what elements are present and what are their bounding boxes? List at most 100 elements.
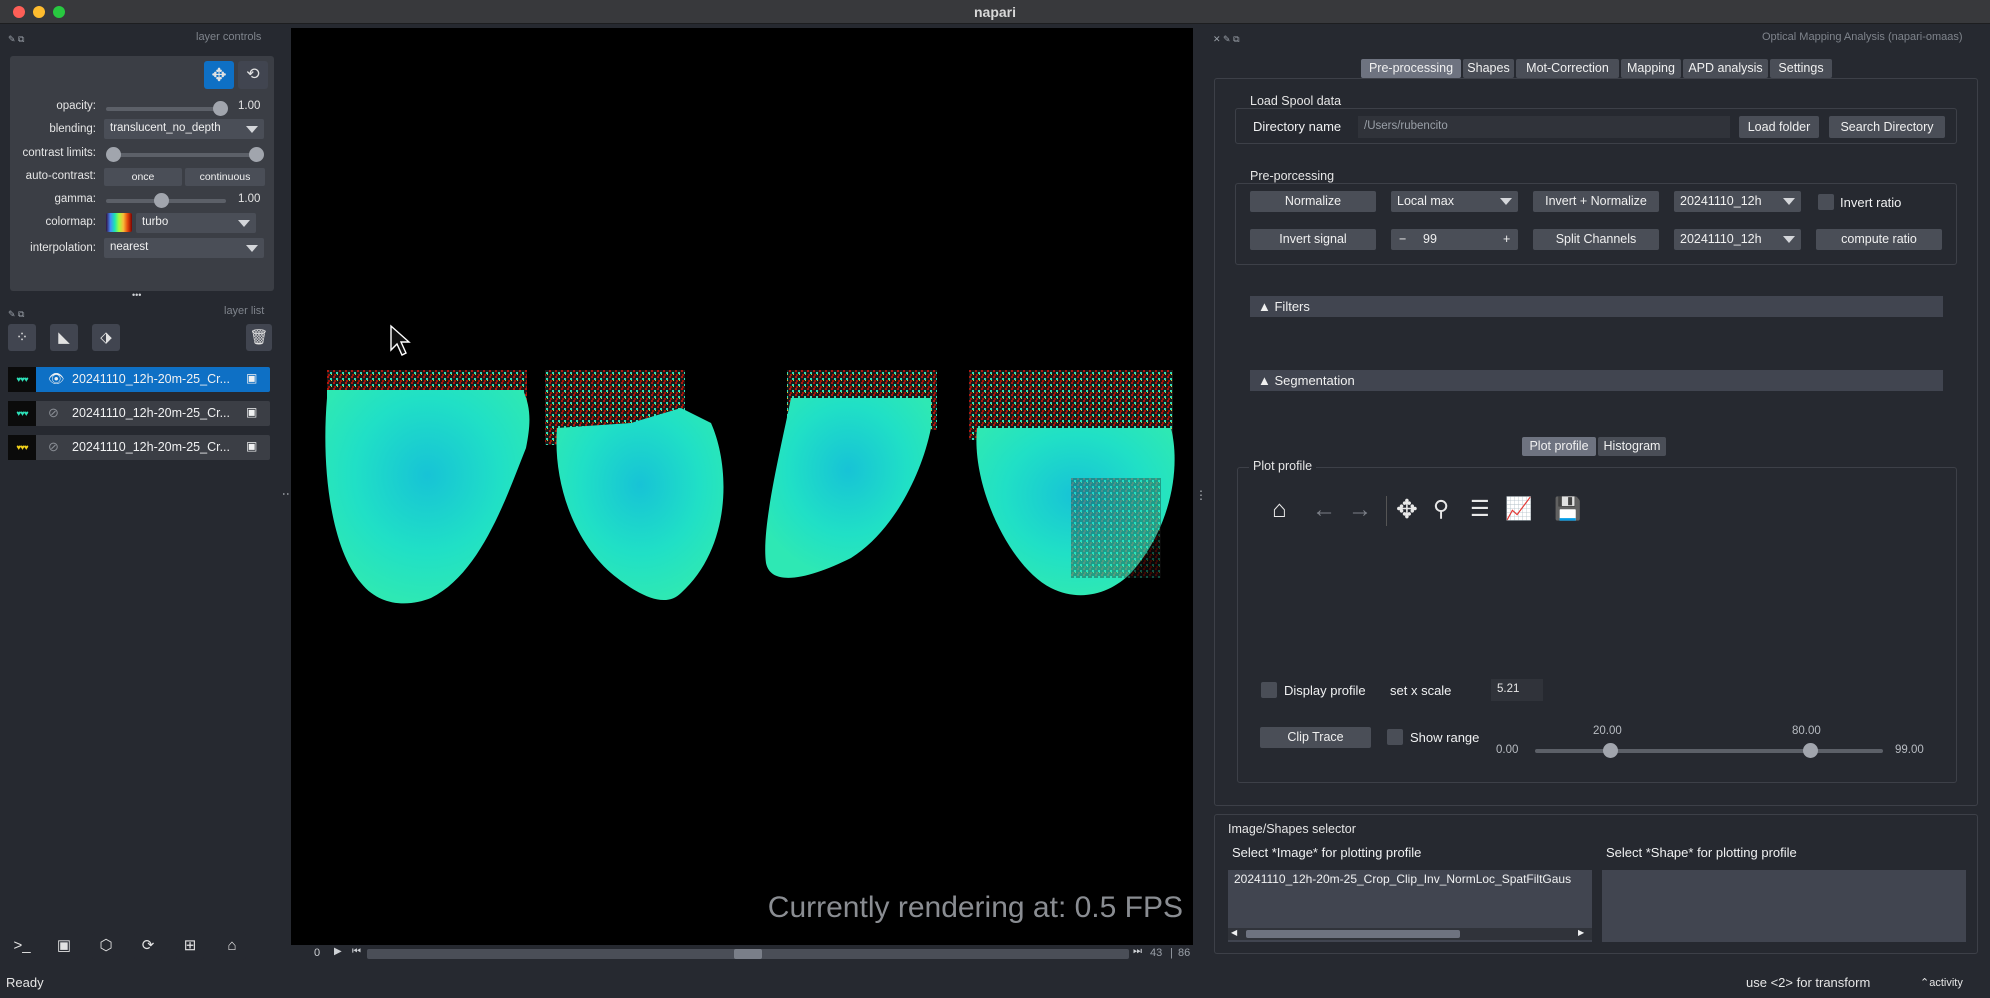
interpolation-label: interpolation: <box>30 242 96 254</box>
display-profile-checkbox[interactable] <box>1261 682 1277 698</box>
search-directory-button[interactable]: Search Directory <box>1829 116 1945 138</box>
plugin-header: Optical Mapping Analysis (napari-omaas) <box>1762 31 1963 43</box>
scroll-left-icon[interactable]: ◀ <box>1231 928 1237 937</box>
forward-icon[interactable]: → <box>1348 496 1372 524</box>
tab-mot-correction[interactable]: Mot-Correction <box>1516 59 1619 78</box>
zoom-icon[interactable]: ⚲ <box>1433 496 1449 522</box>
spin-minus-button[interactable]: − <box>1399 232 1406 246</box>
skip-start-icon[interactable]: ⏮ <box>352 946 361 957</box>
tab-settings[interactable]: Settings <box>1770 59 1832 78</box>
contrast-max-handle[interactable] <box>249 147 264 162</box>
range-low-handle[interactable] <box>1603 743 1618 758</box>
dims-slider-handle[interactable] <box>734 949 762 959</box>
blending-dropdown[interactable]: translucent_no_depth <box>104 119 264 139</box>
visibility-eye-off-icon[interactable]: ⊘ <box>48 439 59 455</box>
grid-toggle-icon[interactable]: ⊞ <box>176 932 204 960</box>
segmentation-collapsible[interactable]: ▲ Segmentation <box>1250 370 1943 391</box>
contrast-limits-slider[interactable] <box>114 153 264 157</box>
play-icon[interactable]: ▶ <box>334 946 342 957</box>
range-slider[interactable] <box>1535 749 1883 753</box>
horizontal-scrollbar[interactable]: ◀ ▶ <box>1228 928 1592 940</box>
spin-box[interactable]: − 99 + <box>1391 229 1518 250</box>
splitter-handle[interactable]: ••• <box>132 290 141 300</box>
tab-mapping[interactable]: Mapping <box>1621 59 1681 78</box>
split-channels-button[interactable]: Split Channels <box>1533 229 1659 250</box>
tab-apd-analysis[interactable]: APD analysis <box>1683 59 1768 78</box>
new-shapes-layer-button[interactable]: ◣ <box>50 324 78 351</box>
scroll-right-icon[interactable]: ▶ <box>1578 928 1584 937</box>
layer-row[interactable]: ♥♥♥ 👁 20241110_12h-20m-25_Cr... ▣ <box>8 367 270 392</box>
activity-button[interactable]: ⌃activity <box>1920 976 1963 989</box>
new-labels-layer-button[interactable]: ⬗ <box>92 324 120 351</box>
opacity-slider[interactable] <box>106 107 226 111</box>
back-icon[interactable]: ← <box>1312 496 1336 524</box>
directory-name-field[interactable]: /Users/rubencito <box>1358 116 1730 138</box>
range-min-label: 0.00 <box>1496 744 1519 756</box>
dock-float-icons[interactable]: ✎ ⧉ <box>8 30 24 45</box>
layer-select-dropdown-2[interactable]: 20241110_12h <box>1674 229 1801 250</box>
contrast-min-handle[interactable] <box>106 147 121 162</box>
tab-plot-profile[interactable]: Plot profile <box>1522 437 1596 456</box>
range-high-handle[interactable] <box>1803 743 1818 758</box>
skip-end-icon[interactable]: ⏭ <box>1133 946 1142 957</box>
scrollbar-thumb[interactable] <box>1246 930 1460 938</box>
pan-icon[interactable]: ✥ <box>1396 494 1418 525</box>
show-range-checkbox[interactable] <box>1387 729 1403 745</box>
layer-thumbnail: ♥♥♥ <box>8 367 36 392</box>
compute-ratio-button[interactable]: compute ratio <box>1816 229 1942 250</box>
tab-shapes[interactable]: Shapes <box>1463 59 1514 78</box>
visibility-eye-off-icon[interactable]: ⊘ <box>48 405 59 421</box>
local-max-value: Local max <box>1397 194 1454 208</box>
save-icon[interactable]: 💾 <box>1554 496 1581 522</box>
normalize-button[interactable]: Normalize <box>1250 191 1376 212</box>
shape-select-label: Select *Shape* for plotting profile <box>1606 845 1797 860</box>
square-toggle-icon[interactable]: ▣ <box>50 932 78 960</box>
configure-icon[interactable]: ☰ <box>1470 496 1490 522</box>
clip-trace-button[interactable]: Clip Trace <box>1260 727 1371 748</box>
auto-contrast-once-button[interactable]: once <box>104 168 182 186</box>
console-icon[interactable]: >_ <box>8 932 36 960</box>
image-list-item[interactable]: 20241110_12h-20m-25_Crop_Clip_Inv_NormLo… <box>1234 872 1588 886</box>
colormap-label: colormap: <box>45 216 97 228</box>
filters-collapsible[interactable]: ▲ Filters <box>1250 296 1943 317</box>
shape-list[interactable] <box>1602 870 1966 942</box>
layer-select-dropdown-1[interactable]: 20241110_12h <box>1674 191 1801 212</box>
delete-layer-button[interactable]: 🗑 <box>246 324 272 351</box>
image-select-label: Select *Image* for plotting profile <box>1232 845 1422 860</box>
layer-row[interactable]: ♥♥♥ ⊘ 20241110_12h-20m-25_Cr... ▣ <box>8 435 270 460</box>
dims-slider-track[interactable] <box>367 949 1129 959</box>
plugin-dock-icons[interactable]: ✕ ✎ ⧉ <box>1213 30 1240 45</box>
spin-plus-button[interactable]: + <box>1503 232 1510 246</box>
image-canvas[interactable]: Currently rendering at: 0.5 FPS <box>291 28 1193 945</box>
heart-slice <box>969 370 1175 596</box>
load-folder-button[interactable]: Load folder <box>1739 116 1819 138</box>
opacity-slider-handle[interactable] <box>213 101 228 116</box>
home-icon[interactable]: ⌂ <box>218 932 246 960</box>
layer-select-value-2: 20241110_12h <box>1680 232 1762 246</box>
visibility-eye-icon[interactable]: 👁 <box>48 371 65 387</box>
tab-pre-processing[interactable]: Pre-processing <box>1361 59 1461 78</box>
3d-toggle-icon[interactable]: ⬡ <box>92 932 120 960</box>
gamma-label: gamma: <box>54 193 96 205</box>
auto-contrast-continuous-button[interactable]: continuous <box>185 168 265 186</box>
invert-normalize-button[interactable]: Invert + Normalize <box>1533 191 1659 212</box>
roll-dims-icon[interactable]: ⟳ <box>134 932 162 960</box>
layer-list-float-icons[interactable]: ✎ ⧉ <box>8 305 24 320</box>
invert-ratio-checkbox[interactable] <box>1818 194 1834 210</box>
right-dock-splitter[interactable]: ⋮ <box>1195 488 1207 502</box>
status-hint: use <2> for transform <box>1746 975 1871 990</box>
interpolation-dropdown[interactable]: nearest <box>104 238 264 258</box>
pan-zoom-mode-button[interactable]: ⟲ <box>238 61 268 89</box>
tab-histogram[interactable]: Histogram <box>1598 437 1666 456</box>
colormap-dropdown[interactable]: turbo <box>136 213 256 233</box>
edit-axis-icon[interactable]: 📈 <box>1505 496 1532 522</box>
local-max-dropdown[interactable]: Local max <box>1391 191 1518 212</box>
invert-signal-button[interactable]: Invert signal <box>1250 229 1376 250</box>
gamma-slider-handle[interactable] <box>154 193 169 208</box>
home-icon[interactable]: ⌂ <box>1272 496 1287 524</box>
layer-row[interactable]: ♥♥♥ ⊘ 20241110_12h-20m-25_Cr... ▣ <box>8 401 270 426</box>
new-points-layer-button[interactable]: ⁘ <box>8 324 36 351</box>
transform-mode-button[interactable]: ✥ <box>204 61 234 89</box>
image-list[interactable]: 20241110_12h-20m-25_Crop_Clip_Inv_NormLo… <box>1228 870 1592 942</box>
x-scale-field[interactable]: 5.21 <box>1491 679 1543 701</box>
